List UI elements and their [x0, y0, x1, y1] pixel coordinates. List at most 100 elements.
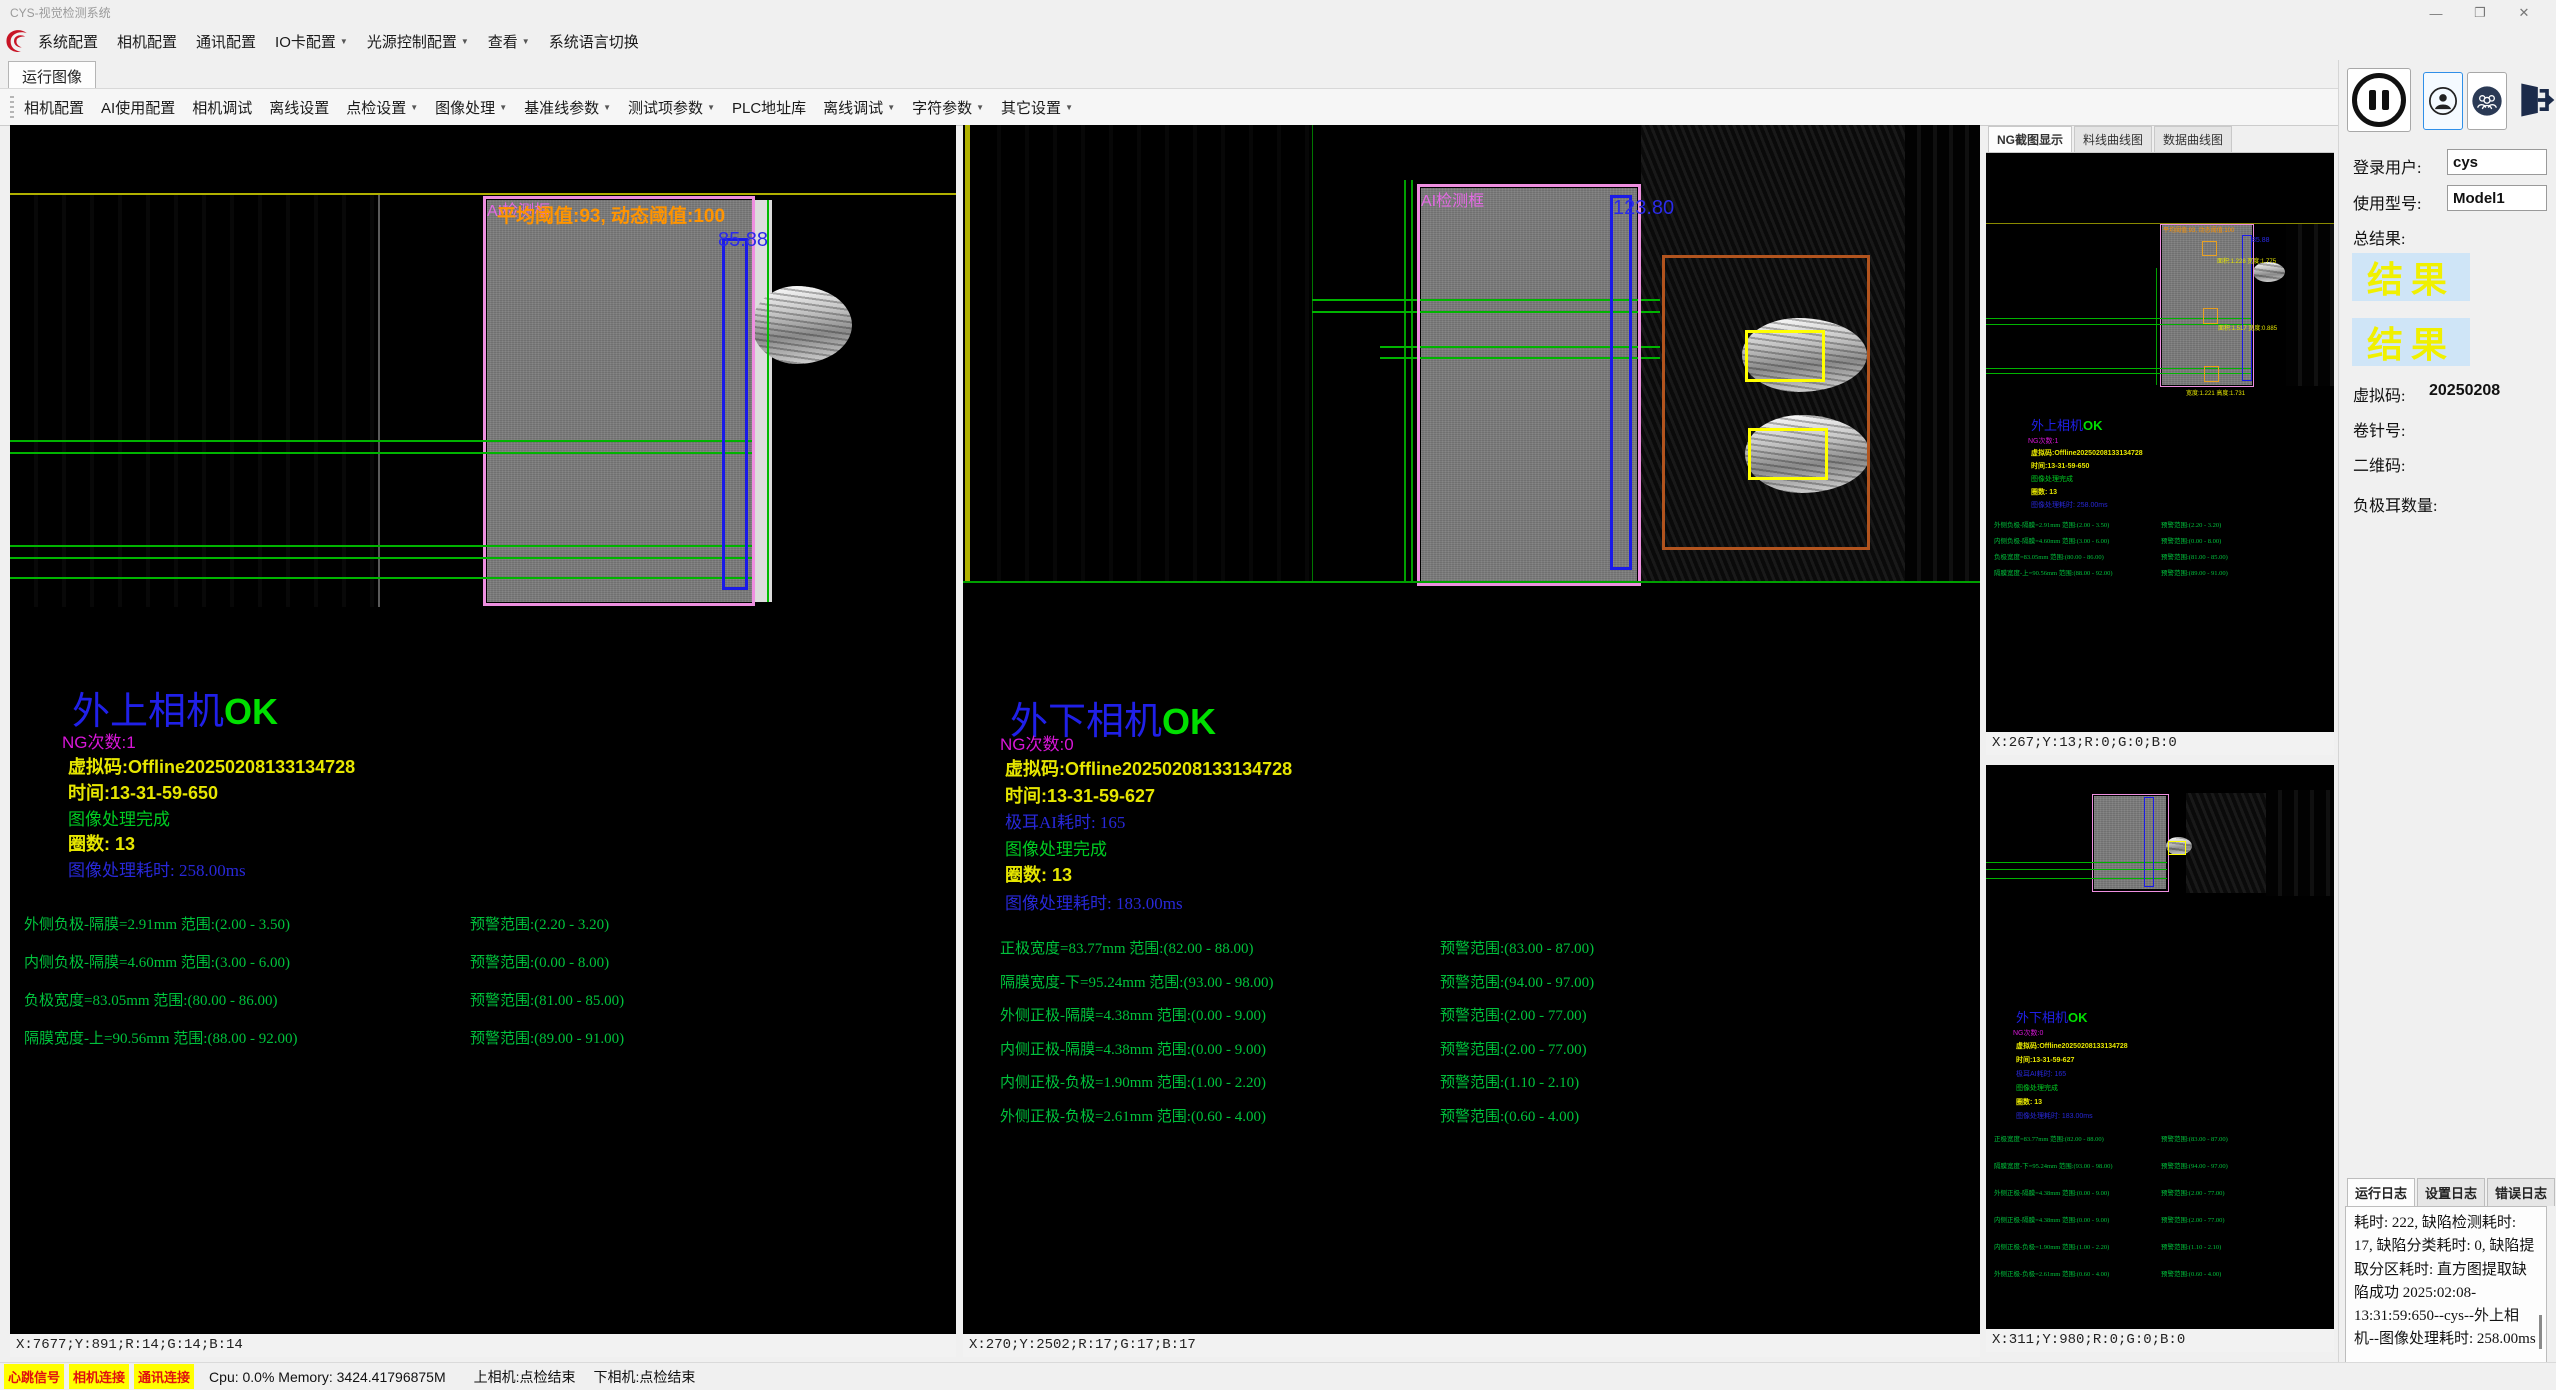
user-group-button[interactable]	[2467, 72, 2507, 130]
measurement-text: 隔膜宽度-上=90.56mm 范围:(88.00 - 92.00)	[24, 1031, 297, 1047]
maximize-button[interactable]: ❐	[2458, 0, 2502, 26]
ribbed-dark-region	[1905, 125, 1980, 583]
window-title: CYS-视觉检测系统	[10, 4, 111, 21]
measurement-list: 外侧负极-隔膜=2.91mm 范围:(2.00 - 3.50)预警范围:(2.2…	[24, 913, 954, 1065]
green-measure-line	[10, 545, 752, 547]
comm-connect-badge: 通讯连接	[134, 1364, 194, 1389]
toolbar-item-label: AI使用配置	[101, 97, 175, 118]
camera-name: 外上相机	[72, 691, 224, 733]
camera-connect-badge: 相机连接	[69, 1364, 129, 1389]
middle-camera-panel[interactable]: AI检测框 123.80 外下相机OK NG次数:0 虚拟码:Offline20…	[963, 125, 1980, 1357]
width-measure-box	[1610, 195, 1632, 570]
menu-item-label: 系统配置	[38, 31, 98, 52]
chevron-down-icon: ▼	[522, 37, 530, 46]
chevron-down-icon: ▼	[887, 103, 895, 112]
toolbar-item[interactable]: 其它设置▼	[1001, 97, 1073, 118]
measurement-row: 外侧正极-负极=2.61mm 范围:(0.60 - 4.00)预警范围:(0.6…	[1994, 1268, 2329, 1295]
ng-count-text: NG次数:0	[1000, 730, 1074, 755]
menu-item[interactable]: 查看 ▼	[488, 31, 530, 52]
left-camera-panel[interactable]: AI检测框 平均阈值:93, 动态阈值:100 85.88 外上相机OK NG次…	[10, 125, 956, 1357]
tab-run-image[interactable]: 运行图像	[8, 61, 96, 91]
chevron-down-icon: ▼	[707, 103, 715, 112]
menu-item[interactable]: IO卡配置▼	[275, 31, 348, 52]
toolbar-item[interactable]: AI使用配置	[101, 97, 175, 118]
tab-error-log[interactable]: 错误日志	[2487, 1178, 2555, 1206]
ng-thumbnail-view[interactable]: 面积:1.228 宽度:1.775 面积:1.517 宽度:0.885 宽度:1…	[1986, 153, 2334, 732]
log-tabs: 运行日志 设置日志 错误日志	[2347, 1178, 2556, 1206]
tab-search-box	[1662, 255, 1870, 550]
toolbar-item[interactable]: 字符参数▼	[912, 97, 984, 118]
menu-item[interactable]: 系统语言切换	[549, 31, 639, 52]
green-measure-line	[10, 577, 752, 579]
green-measure-line	[1986, 862, 2167, 863]
log-content[interactable]: 耗时: 222, 缺陷检测耗时: 17, 缺陷分类耗时: 0, 缺陷提取分区耗时…	[2345, 1206, 2547, 1388]
tab-line-curve[interactable]: 料线曲线图	[2074, 126, 2152, 152]
exit-button[interactable]	[2513, 70, 2556, 130]
warning-range-text: 预警范围:(81.00 - 85.00)	[470, 989, 624, 1010]
toolbar-items: 相机配置 AI使用配置 相机调试 离线设置 点检设置▼ 图像处理▼ 基准线参数▼…	[24, 97, 1073, 118]
width-value-label: 85.88	[2252, 237, 2270, 244]
toolbar-item-label: 离线设置	[269, 97, 329, 118]
model-input[interactable]	[2447, 185, 2547, 211]
minimize-button[interactable]: —	[2414, 0, 2458, 26]
toolbar-item[interactable]: 相机配置	[24, 97, 84, 118]
toolbar-item[interactable]: 离线设置	[269, 97, 329, 118]
measurement-row: 外侧负极-隔膜=2.91mm 范围:(2.00 - 3.50)预警范围:(2.2…	[1994, 519, 2329, 535]
login-user-input[interactable]	[2447, 149, 2547, 175]
exit-icon	[2514, 78, 2556, 122]
measurement-list: 正极宽度=83.77mm 范围:(82.00 - 88.00)预警范围:(83.…	[1000, 937, 1960, 1138]
measurement-text: 内侧正极-负极=1.90mm 范围:(1.00 - 2.20)	[1000, 1075, 1266, 1091]
toolbar-item[interactable]: 点检设置▼	[346, 97, 418, 118]
menu-item[interactable]: 系统配置	[38, 31, 98, 52]
toolbar-item-label: PLC地址库	[732, 97, 806, 118]
menu-item[interactable]: 相机配置	[117, 31, 177, 52]
cpu-memory-text: Cpu: 0.0% Memory: 3424.41796875M	[209, 1369, 446, 1385]
menu-item-label: 查看	[488, 31, 518, 52]
toolbar-item[interactable]: 测试项参数▼	[628, 97, 715, 118]
green-measure-line	[1986, 869, 2167, 870]
toolbar-item[interactable]: 基准线参数▼	[524, 97, 611, 118]
measurement-row: 隔膜宽度-下=95.24mm 范围:(93.00 - 98.00)预警范围:(9…	[1000, 971, 1960, 1005]
upper-camera-status: 上相机:点检结束	[474, 1367, 576, 1387]
width-measure-box	[2144, 797, 2154, 887]
toolbar-item[interactable]: 图像处理▼	[435, 97, 507, 118]
menu-item[interactable]: 通讯配置	[196, 31, 256, 52]
green-edge-line	[1404, 180, 1406, 583]
defect-annotation: 面积:1.517 宽度:0.885	[2218, 323, 2277, 332]
measurement-text: 隔膜宽度-下=95.24mm 范围:(93.00 - 98.00)	[1000, 975, 1273, 991]
tab-run-log[interactable]: 运行日志	[2347, 1178, 2415, 1206]
close-button[interactable]: ✕	[2502, 0, 2546, 26]
chevron-down-icon: ▼	[340, 37, 348, 46]
yellow-reference-line	[965, 125, 970, 583]
warning-range-text: 预警范围:(2.00 - 77.00)	[1440, 1038, 1587, 1059]
ng-thumbnail-view[interactable]: 外下相机OK NG次数:0 虚拟码:Offline202502081331347…	[1986, 765, 2334, 1329]
toolbar-item[interactable]: 离线调试▼	[823, 97, 895, 118]
process-status-text: 图像处理完成	[1005, 835, 1107, 860]
toolbar-item[interactable]: PLC地址库	[732, 97, 806, 118]
virtual-code-text: 虚拟码:Offline20250208133134728	[2016, 1041, 2128, 1051]
status-bar: 心跳信号 相机连接 通讯连接 Cpu: 0.0% Memory: 3424.41…	[0, 1362, 2556, 1390]
chevron-down-icon: ▼	[1065, 103, 1073, 112]
tab-setting-log[interactable]: 设置日志	[2417, 1178, 2485, 1206]
toolbar-item[interactable]: 相机调试	[192, 97, 252, 118]
camera-title: 外上相机OK	[2031, 415, 2103, 434]
green-measure-line	[1986, 878, 2167, 879]
green-measure-line	[1986, 324, 2251, 325]
log-scrollbar[interactable]	[2539, 1315, 2542, 1349]
tab-ng-screenshot[interactable]: NG截图显示	[1988, 126, 2072, 152]
measurement-text: 内侧负极-隔膜=4.60mm 范围:(3.00 - 6.00)	[24, 955, 290, 971]
green-baseline	[963, 581, 1980, 583]
ng-count-text: NG次数:1	[62, 728, 136, 753]
green-measure-line	[10, 452, 752, 454]
menu-item[interactable]: 光源控制配置▼	[367, 31, 469, 52]
main-window: CYS-视觉检测系统 — ❐ ✕ 系统配置 相机配置 通讯配置 IO卡配置▼ 光…	[0, 0, 2556, 1390]
lower-camera-status: 下相机:点检结束	[594, 1367, 696, 1387]
login-user-label: 登录用户:	[2353, 154, 2421, 178]
pause-icon	[2352, 73, 2406, 127]
tab-data-curve[interactable]: 数据曲线图	[2154, 126, 2232, 152]
yellow-reference-line	[10, 193, 956, 195]
model-label: 使用型号:	[2353, 190, 2421, 214]
user-button[interactable]	[2423, 72, 2463, 130]
pause-button[interactable]	[2347, 68, 2411, 132]
process-status-text: 图像处理完成	[2016, 1083, 2058, 1093]
